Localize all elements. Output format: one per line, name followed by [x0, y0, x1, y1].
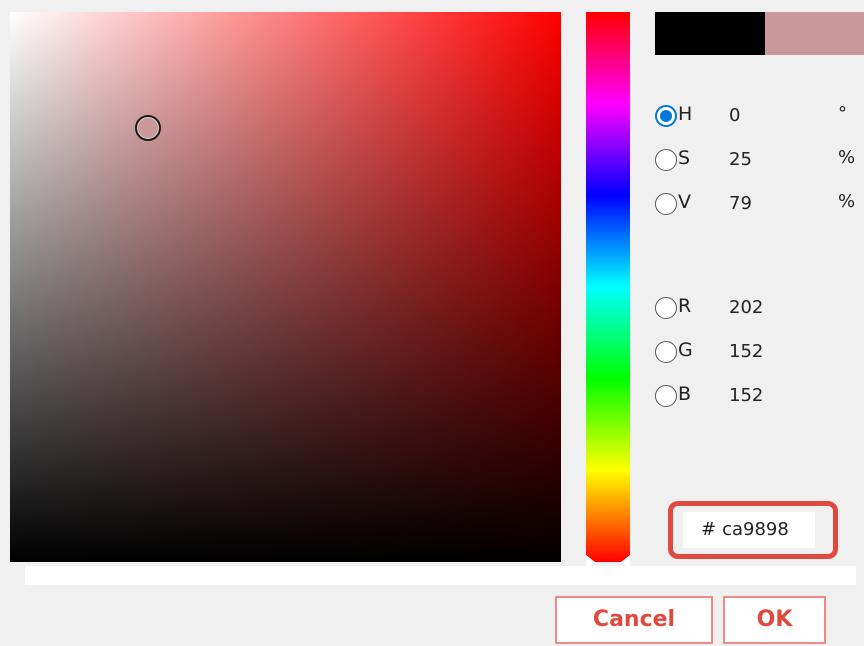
hue-unit: °: [838, 103, 847, 124]
ok-button[interactable]: OK: [723, 596, 826, 644]
dialog-top-edge: [0, 0, 864, 10]
saturation-value[interactable]: 25: [729, 149, 752, 170]
saturation-value-picker[interactable]: [10, 12, 561, 562]
blue-label: B: [678, 383, 692, 405]
hue-value[interactable]: 0: [729, 105, 740, 126]
color-picker-cursor[interactable]: [134, 114, 161, 141]
hue-radio[interactable]: [655, 105, 677, 127]
value-radio[interactable]: [655, 193, 677, 215]
hex-hash-label: #: [701, 519, 717, 540]
saturation-label: S: [678, 147, 691, 169]
hex-highlight-box: # ca9898: [668, 501, 838, 559]
hue-slider[interactable]: [586, 12, 630, 562]
blue-value[interactable]: 152: [729, 385, 763, 406]
green-label: G: [678, 339, 693, 361]
blue-radio[interactable]: [655, 385, 677, 407]
hex-input[interactable]: # ca9898: [683, 512, 815, 548]
new-color-swatch: [765, 12, 864, 55]
hex-value: ca9898: [722, 519, 789, 540]
value-unit: %: [838, 191, 856, 212]
bottom-color-strip: [25, 566, 856, 585]
green-radio[interactable]: [655, 341, 677, 363]
value-label: V: [678, 191, 691, 213]
cancel-button[interactable]: Cancel: [555, 596, 713, 644]
value-value[interactable]: 79: [729, 193, 752, 214]
saturation-unit: %: [838, 147, 856, 168]
saturation-radio[interactable]: [655, 149, 677, 171]
hue-label: H: [678, 103, 693, 125]
red-value[interactable]: 202: [729, 297, 763, 318]
red-label: R: [678, 295, 692, 317]
current-color-swatch: [655, 12, 765, 55]
red-radio[interactable]: [655, 297, 677, 319]
green-value[interactable]: 152: [729, 341, 763, 362]
